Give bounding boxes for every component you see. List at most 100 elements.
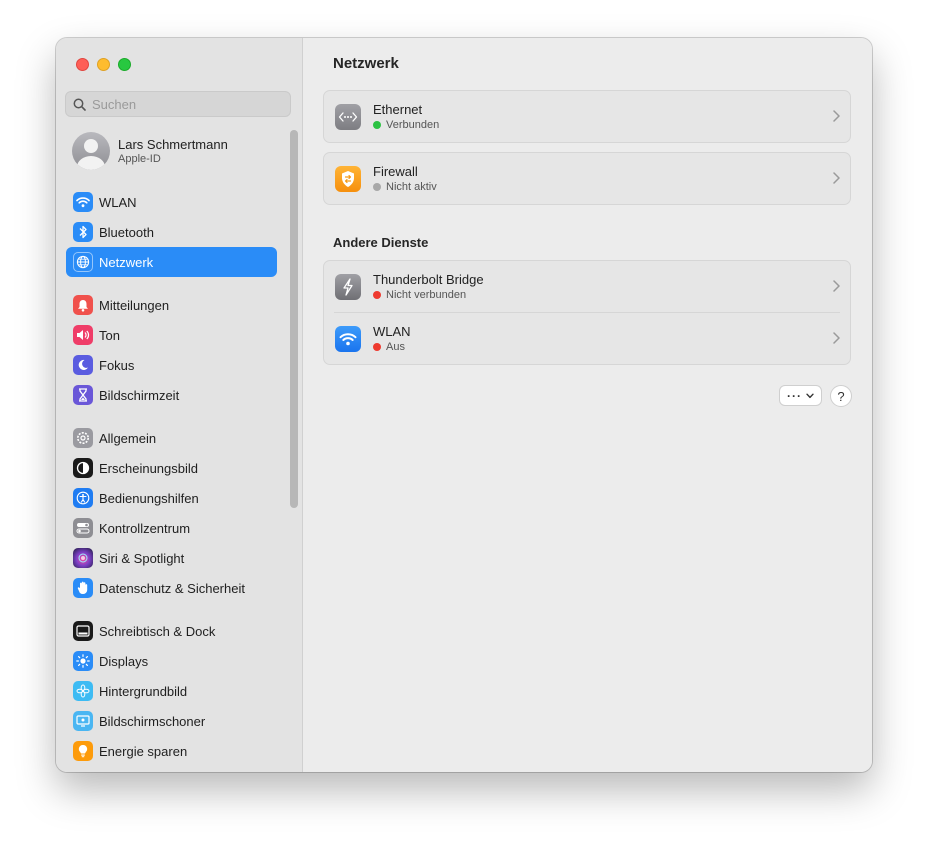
minimize-button[interactable] [97,58,110,71]
service-status: Nicht verbunden [373,288,484,302]
firewall-icon [335,165,361,192]
search-placeholder: Suchen [92,96,137,112]
service-card-ethernet[interactable]: Ethernet Verbunden [323,90,851,143]
switches-icon [73,518,93,538]
sidebar-item-kontrollzentrum[interactable]: Kontrollzentrum [66,513,277,543]
accessibility-icon [73,488,93,508]
moon-icon [73,355,93,375]
service-status-text: Nicht aktiv [386,180,437,193]
apple-id-profile[interactable]: Lars Schmertmann Apple-ID [72,132,228,170]
ethernet-icon [335,103,361,130]
service-name: Firewall [373,163,418,179]
service-name: Thunderbolt Bridge [373,271,484,287]
sidebar: Suchen Lars Schmertmann Apple-ID WLAN Bl… [56,38,303,772]
status-dot-red [373,342,381,351]
chevron-right-icon [833,110,840,122]
sidebar-item-label: Fokus [99,357,135,373]
service-card-firewall[interactable]: Firewall Nicht aktiv [323,152,851,205]
sidebar-item-label: Erscheinungsbild [99,460,199,476]
other-services-card: Thunderbolt Bridge Nicht verbunden WLAN [323,260,851,365]
flower-icon [73,681,93,701]
sidebar-item-netzwerk[interactable]: Netzwerk [66,247,277,277]
close-button[interactable] [76,58,89,71]
sidebar-item-label: Schreibtisch & Dock [99,623,216,639]
sidebar-item-mitteilungen[interactable]: Mitteilungen [66,290,277,320]
service-status-text: Verbunden [386,118,440,131]
thunderbolt-icon [335,273,361,300]
siri-icon [73,548,93,568]
speaker-icon [73,325,93,345]
help-button[interactable]: ? [830,385,852,407]
sidebar-item-label: Bildschirmschoner [99,713,206,729]
more-icon: ··· [787,388,802,403]
status-dot-gray [373,182,381,191]
sidebar-item-label: Energie sparen [99,743,188,759]
profile-subtitle: Apple-ID [118,152,161,165]
chevron-down-icon [806,393,814,398]
status-dot-red [373,290,381,299]
traffic-lights [76,58,131,71]
avatar [72,132,110,170]
sidebar-item-hintergrundbild[interactable]: Hintergrundbild [66,676,277,706]
sidebar-scrollbar[interactable] [290,130,298,508]
hourglass-icon [73,385,93,405]
sidebar-item-label: WLAN [99,194,137,210]
service-status-text: Nicht verbunden [386,288,467,301]
status-dot-green [373,120,381,129]
sidebar-item-wlan[interactable]: WLAN [66,187,277,217]
service-name: WLAN [373,323,411,339]
zoom-button[interactable] [118,58,131,71]
chevron-right-icon [833,172,840,184]
bluetooth-icon [73,222,93,242]
sidebar-item-label: Kontrollzentrum [99,520,191,536]
bulb-icon [73,741,93,761]
sidebar-item-label: Bildschirmzeit [99,387,180,403]
sidebar-item-label: Bluetooth [99,224,154,240]
sidebar-item-label: Displays [99,653,149,669]
sidebar-item-energie-sparen[interactable]: Energie sparen [66,736,277,766]
sidebar-item-label: Datenschutz & Sicherheit [99,580,245,596]
sidebar-item-fokus[interactable]: Fokus [66,350,277,380]
sidebar-item-label: Ton [99,327,120,343]
service-row-thunderbolt-bridge[interactable]: Thunderbolt Bridge Nicht verbunden [324,261,850,312]
page-title: Netzwerk [333,55,399,72]
sidebar-item-label: Netzwerk [99,254,154,270]
appearance-icon [73,458,93,478]
sidebar-item-label: Mitteilungen [99,297,170,313]
more-actions-button[interactable]: ··· [779,385,822,406]
screensaver-icon [73,711,93,731]
main-pane: Netzwerk Ethernet Verbunden Firewall Nic… [303,38,872,772]
sidebar-item-siri-spotlight[interactable]: Siri & Spotlight [66,543,277,573]
bell-icon [73,295,93,315]
sidebar-item-bluetooth[interactable]: Bluetooth [66,217,277,247]
sidebar-item-label: Hintergrundbild [99,683,188,699]
settings-window: Suchen Lars Schmertmann Apple-ID WLAN Bl… [56,38,872,772]
sidebar-item-ton[interactable]: Ton [66,320,277,350]
service-row-firewall[interactable]: Firewall Nicht aktiv [324,153,850,204]
sun-icon [73,651,93,671]
service-status: Nicht aktiv [373,180,437,194]
sidebar-item-allgemein[interactable]: Allgemein [66,423,277,453]
service-status-text: Aus [386,340,405,353]
service-row-wlan[interactable]: WLAN Aus [324,313,850,364]
search-icon [73,98,86,111]
service-row-ethernet[interactable]: Ethernet Verbunden [324,91,850,142]
sidebar-item-label: Allgemein [99,430,157,446]
sidebar-item-bildschirmzeit[interactable]: Bildschirmzeit [66,380,277,410]
sidebar-item-datenschutz[interactable]: Datenschutz & Sicherheit [66,573,277,603]
sidebar-item-bedienungshilfen[interactable]: Bedienungshilfen [66,483,277,513]
sidebar-item-schreibtisch-dock[interactable]: Schreibtisch & Dock [66,616,277,646]
globe-icon [73,252,93,272]
dock-icon [73,621,93,641]
chevron-right-icon [833,280,840,292]
sidebar-item-bildschirmschoner[interactable]: Bildschirmschoner [66,706,277,736]
service-status: Verbunden [373,118,439,132]
profile-name: Lars Schmertmann [118,136,228,152]
hand-icon [73,578,93,598]
wifi-icon [73,192,93,212]
service-status: Aus [373,340,411,354]
search-field[interactable]: Suchen [65,91,291,117]
sidebar-item-erscheinungsbild[interactable]: Erscheinungsbild [66,453,277,483]
sidebar-item-label: Siri & Spotlight [99,550,185,566]
sidebar-item-displays[interactable]: Displays [66,646,277,676]
